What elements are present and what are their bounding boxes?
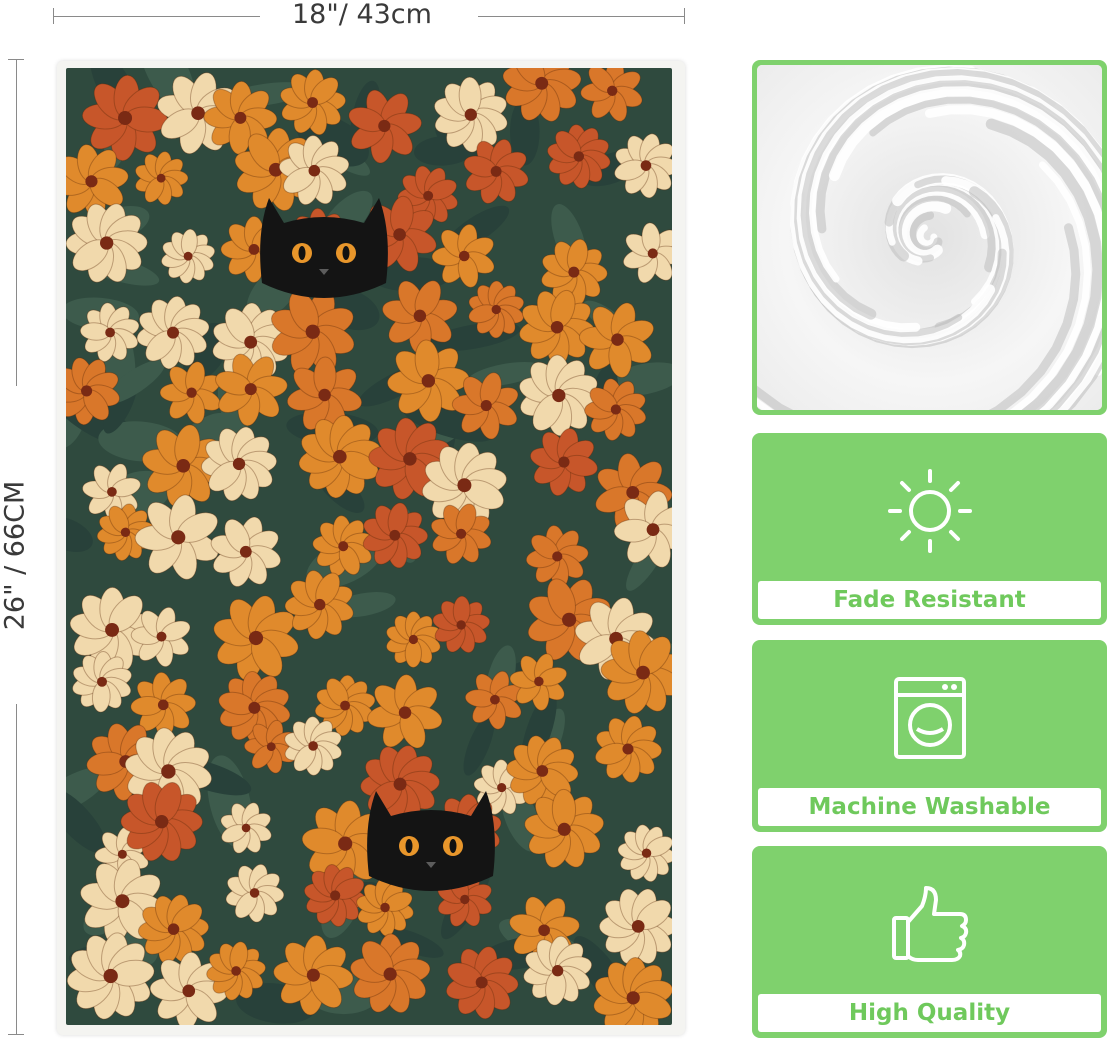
feature-label: Machine Washable — [758, 788, 1101, 826]
feature-label: High Quality — [758, 994, 1101, 1032]
leaf — [66, 516, 93, 552]
flower — [161, 228, 216, 284]
feature-icon-area — [752, 660, 1107, 775]
feature-panel-high-quality: High Quality — [752, 846, 1107, 1038]
floral-pattern-svg — [66, 68, 672, 1025]
height-line-bottom — [16, 704, 17, 1035]
flower — [509, 653, 568, 711]
width-tick-right — [684, 8, 685, 24]
flower — [367, 674, 443, 749]
width-line-right — [478, 16, 685, 17]
flower — [594, 715, 663, 784]
height-line-top — [16, 59, 17, 386]
washing-machine-icon — [893, 676, 966, 759]
feature-panel-fade-resistant: Fade Resistant — [752, 433, 1107, 625]
feature-panel-machine-washable: Machine Washable — [752, 640, 1107, 832]
towel-product-image — [57, 61, 685, 1035]
feature-icon-area — [752, 866, 1107, 981]
feature-label: Fade Resistant — [758, 581, 1101, 619]
flower — [580, 68, 643, 122]
towel-swirl-closeup — [757, 65, 1102, 410]
height-label: 26" / 66CM — [0, 480, 31, 631]
thumbs-up-icon — [891, 885, 968, 962]
flower — [134, 151, 189, 206]
flower — [614, 133, 672, 199]
flower — [598, 888, 672, 965]
sun-icon — [887, 468, 972, 553]
width-tick-left — [53, 8, 54, 24]
width-line-left — [53, 16, 260, 17]
flower — [225, 863, 285, 923]
feature-icon-area — [752, 453, 1107, 568]
flower — [210, 516, 282, 587]
height-tick-bottom — [8, 1034, 24, 1035]
height-tick-top — [8, 59, 24, 60]
fabric-closeup-image — [757, 65, 1102, 410]
flower — [617, 824, 672, 883]
flower — [529, 427, 598, 497]
width-label: 18"/ 43cm — [292, 0, 432, 30]
fabric-closeup-panel — [752, 60, 1107, 415]
floral-cat-print — [66, 68, 672, 1025]
flower — [622, 222, 672, 284]
